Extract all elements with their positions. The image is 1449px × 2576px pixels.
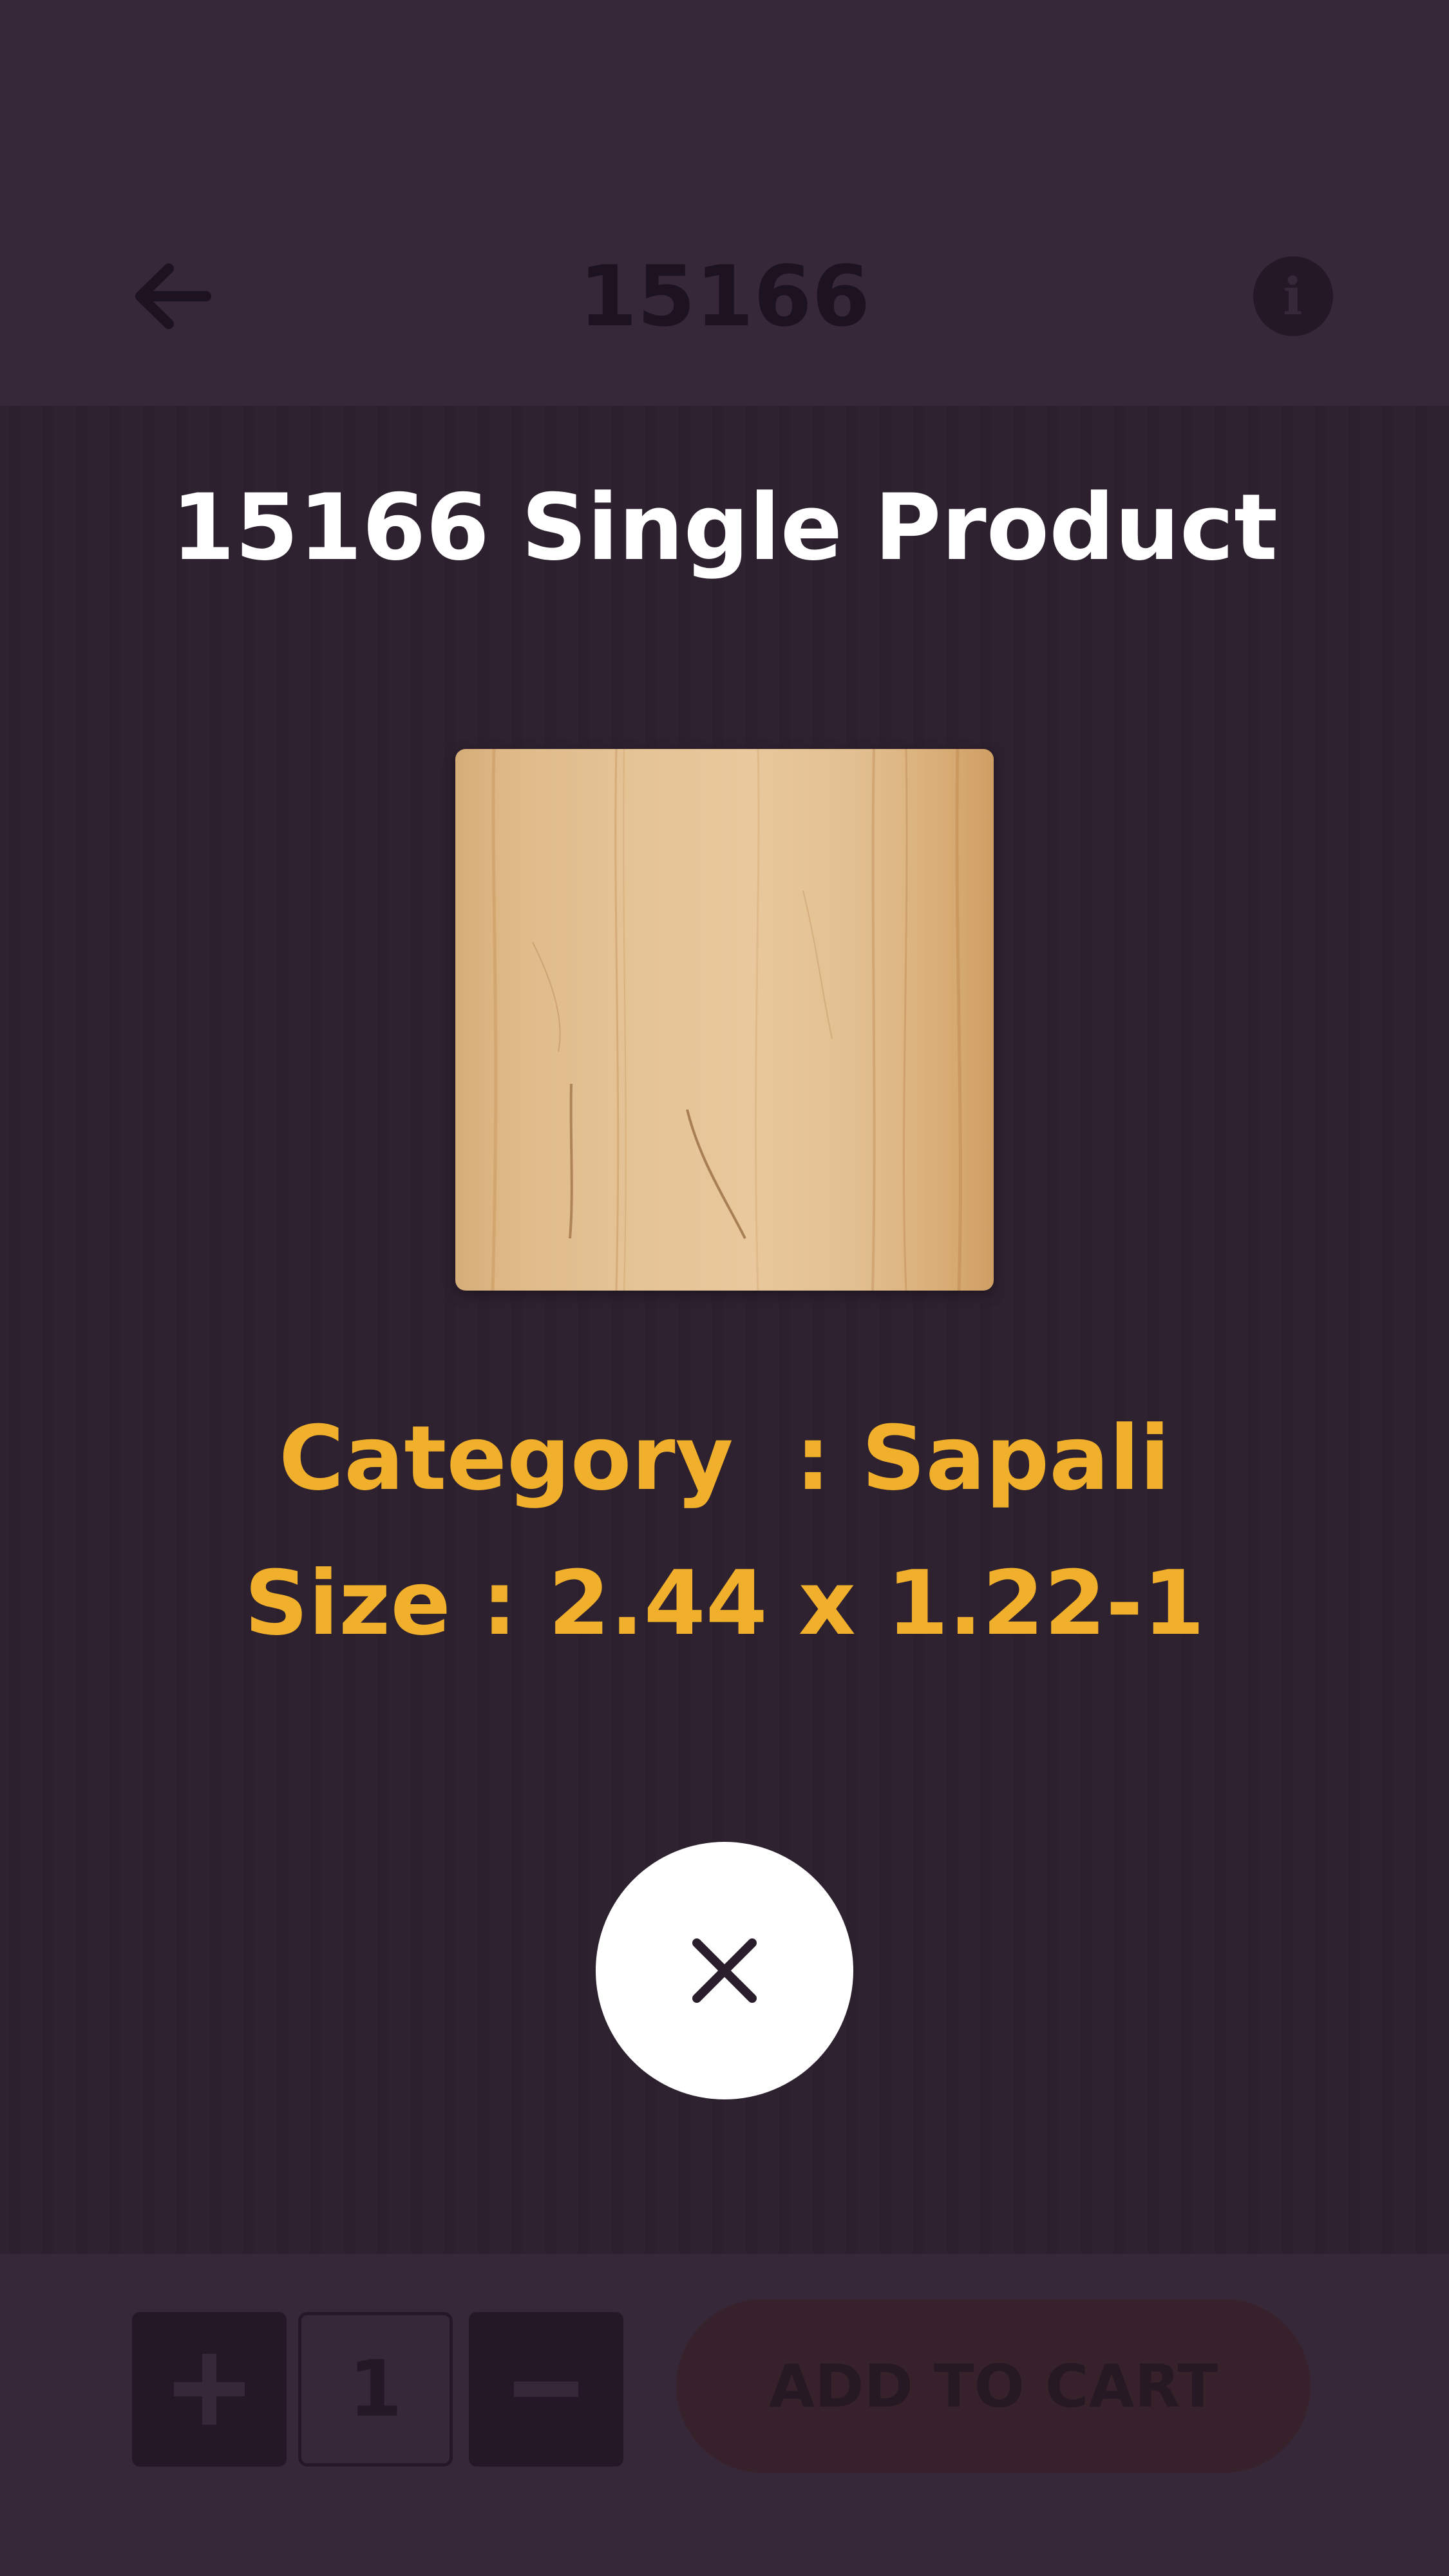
close-modal-button[interactable] [596, 1842, 853, 2099]
product-modal: 15166 Single Product Category: Sapali S… [0, 406, 1449, 2254]
modal-title: 15166 Single Product [171, 475, 1278, 581]
product-size: Size : 2.44 x 1.22-1 [244, 1551, 1205, 1655]
product-category: Category : Sapali [279, 1406, 1170, 1510]
wood-texture [455, 749, 994, 1291]
close-icon [692, 1938, 757, 2003]
product-image [455, 749, 994, 1291]
